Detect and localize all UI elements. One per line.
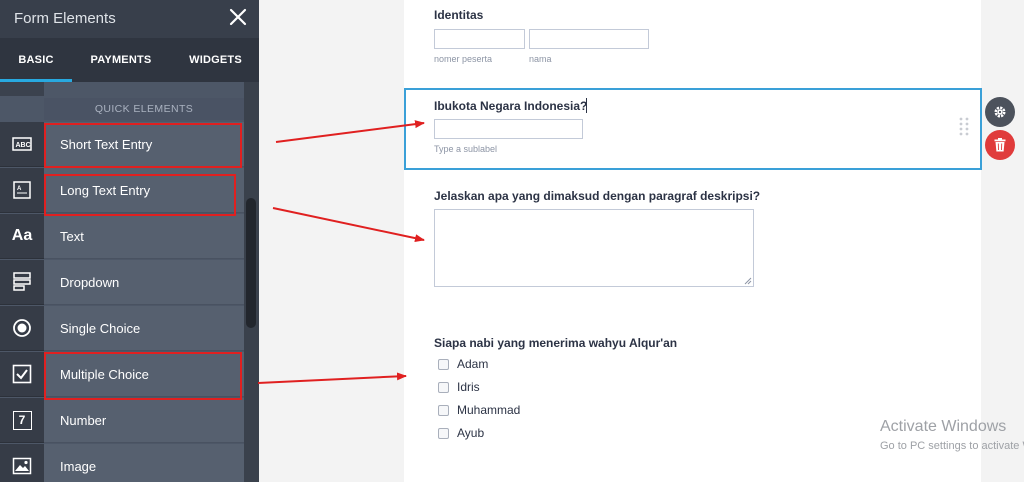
close-icon[interactable]	[229, 8, 247, 26]
watermark-title: Activate Windows	[880, 418, 1007, 435]
option-checkbox[interactable]	[438, 405, 449, 416]
field-settings-button[interactable]	[985, 97, 1015, 127]
text-aa-icon: Aa	[0, 214, 44, 259]
quick-elements-heading: QUICK ELEMENTS	[44, 98, 244, 120]
tab-basic[interactable]: BASIC	[0, 38, 72, 82]
delete-field-button[interactable]	[985, 130, 1015, 160]
checkbox-icon	[0, 352, 44, 397]
option-label: Muhammad	[457, 403, 521, 417]
paragraf-label: Jelaskan apa yang dimaksud dengan paragr…	[434, 189, 761, 203]
sidebar-item-text[interactable]: Aa Text	[0, 214, 244, 259]
option-label: Adam	[457, 357, 489, 371]
tab-payments[interactable]: PAYMENTS	[80, 38, 162, 82]
panel-header: Form Elements	[0, 0, 259, 38]
selected-question-ibukota[interactable]: Ibukota Negara Indonesia? Type a sublabe…	[404, 88, 982, 170]
svg-text:ABC: ABC	[16, 142, 31, 149]
sidebar-item-label: Number	[44, 398, 244, 443]
resize-grip-icon[interactable]	[744, 277, 752, 285]
panel-title: Form Elements	[14, 10, 116, 27]
number-icon: 7	[0, 398, 44, 443]
activate-windows-watermark: Activate Windows Go to PC settings to ac…	[880, 418, 1024, 458]
option-checkbox[interactable]	[438, 382, 449, 393]
text-caret	[586, 98, 587, 113]
gear-icon	[994, 106, 1006, 118]
highlight-box-long-text	[44, 174, 236, 216]
sidebar-scrollbar-thumb[interactable]	[246, 198, 256, 328]
arrow-short-text	[275, 120, 425, 143]
identitas-label: Identitas	[434, 8, 484, 22]
ibukota-input[interactable]	[434, 119, 583, 139]
highlight-box-multiple-choice	[44, 352, 242, 400]
ibukota-sublabel[interactable]: Type a sublabel	[434, 144, 497, 154]
nama-sublabel: nama	[529, 54, 552, 64]
sidebar-item-label: Dropdown	[44, 260, 244, 305]
long-text-icon: A	[0, 168, 44, 213]
dropdown-icon	[0, 260, 44, 305]
trash-icon	[994, 138, 1006, 152]
form-elements-panel: Form Elements BASIC PAYMENTS WIDGETS QUI…	[0, 0, 259, 482]
sidebar-item-label: Single Choice	[44, 306, 244, 351]
sidebar-item-label: Text	[44, 214, 244, 259]
arrow-long-text	[272, 207, 425, 243]
tab-widgets[interactable]: WIDGETS	[178, 38, 253, 82]
nomer-peserta-input[interactable]	[434, 29, 525, 49]
arrow-multiple-choice	[257, 372, 407, 384]
sidebar-item-single-choice[interactable]: Single Choice	[0, 306, 244, 351]
sidebar-item-dropdown[interactable]: Dropdown	[0, 260, 244, 305]
paragraf-textarea[interactable]	[434, 209, 754, 287]
watermark-subtitle: Go to PC settings to activate Windows.	[880, 440, 1024, 452]
sidebar-item-label: Image	[44, 444, 244, 482]
option-checkbox[interactable]	[438, 428, 449, 439]
svg-text:A: A	[17, 186, 22, 192]
form-canvas: Identitas nomer peserta nama Ibukota Neg…	[404, 0, 982, 482]
radio-icon	[0, 306, 44, 351]
drag-handle-icon[interactable]	[958, 116, 970, 138]
ibukota-label[interactable]: Ibukota Negara Indonesia?	[434, 99, 587, 113]
option-checkbox[interactable]	[438, 359, 449, 370]
nama-input[interactable]	[529, 29, 649, 49]
highlight-box-short-text	[44, 123, 242, 168]
short-text-icon: ABC	[0, 122, 44, 167]
image-icon	[0, 444, 44, 482]
list-top-strip	[0, 82, 44, 96]
nabi-label: Siapa nabi yang menerima wahyu Alqur'an	[434, 336, 678, 350]
sidebar-item-image[interactable]: Image	[0, 444, 244, 482]
nomer-peserta-sublabel: nomer peserta	[434, 54, 493, 64]
option-label: Ayub	[457, 426, 485, 440]
option-label: Idris	[457, 380, 480, 394]
sidebar-item-number[interactable]: 7 Number	[0, 398, 244, 443]
panel-tabs: BASIC PAYMENTS WIDGETS	[0, 38, 259, 82]
